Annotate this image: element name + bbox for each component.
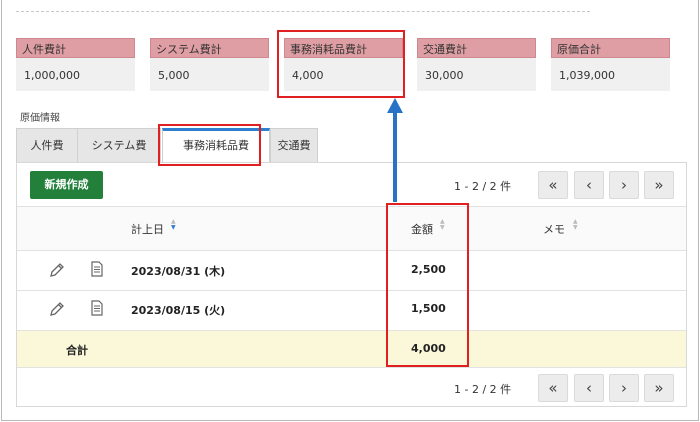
highlight-box-tab bbox=[158, 124, 261, 166]
last-page-icon: » bbox=[654, 379, 664, 397]
first-page-icon: « bbox=[548, 379, 558, 397]
tab-personnel[interactable]: 人件費 bbox=[16, 128, 78, 162]
document-icon[interactable] bbox=[88, 260, 106, 278]
row-divider bbox=[17, 290, 686, 291]
tab-system[interactable]: システム費 bbox=[77, 128, 161, 162]
tab-transport[interactable]: 交通費 bbox=[270, 128, 318, 162]
last-page-icon: » bbox=[654, 176, 664, 194]
summary-value: 1,039,000 bbox=[559, 69, 615, 82]
column-header-memo[interactable]: メモ bbox=[543, 221, 565, 237]
prev-page-button[interactable]: ‹ bbox=[574, 374, 604, 402]
row-divider bbox=[17, 330, 686, 331]
summary-label: 人件費計 bbox=[16, 38, 135, 58]
row-divider bbox=[17, 250, 686, 251]
table-header bbox=[17, 206, 686, 250]
column-header-date[interactable]: 計上日 bbox=[131, 221, 164, 237]
summary-label: 交通費計 bbox=[417, 38, 536, 58]
arrow-icon bbox=[393, 112, 397, 202]
last-page-button[interactable]: » bbox=[644, 171, 674, 199]
summary-card-transport: 交通費計 30,000 bbox=[417, 38, 536, 91]
highlight-box-summary bbox=[277, 30, 405, 98]
first-page-icon: « bbox=[548, 176, 558, 194]
pencil-icon[interactable] bbox=[48, 261, 66, 279]
next-page-button[interactable]: › bbox=[609, 171, 639, 199]
first-page-button[interactable]: « bbox=[538, 171, 568, 199]
prev-page-button[interactable]: ‹ bbox=[574, 171, 604, 199]
total-label: 合計 bbox=[66, 344, 88, 357]
pager-count: 1 - 2 / 2 件 bbox=[454, 180, 512, 193]
first-page-button[interactable]: « bbox=[538, 374, 568, 402]
section-title: 原価情報 bbox=[20, 113, 60, 124]
total-row bbox=[17, 330, 686, 367]
table-cell-date: 2023/08/15 (火) bbox=[131, 304, 226, 317]
summary-card-cost-total: 原価合計 1,039,000 bbox=[551, 38, 670, 91]
next-page-icon: › bbox=[621, 176, 627, 194]
summary-label: 原価合計 bbox=[551, 38, 670, 58]
summary-value: 30,000 bbox=[425, 69, 464, 82]
summary-value: 1,000,000 bbox=[24, 69, 80, 82]
pencil-icon[interactable] bbox=[48, 300, 66, 318]
prev-page-icon: ‹ bbox=[586, 379, 592, 397]
arrow-head-icon bbox=[387, 98, 403, 113]
document-icon[interactable] bbox=[88, 299, 106, 317]
summary-label: システム費計 bbox=[150, 38, 269, 58]
prev-page-icon: ‹ bbox=[586, 176, 592, 194]
row-divider bbox=[17, 206, 686, 207]
highlight-box-amount bbox=[386, 203, 469, 367]
new-button[interactable]: 新規作成 bbox=[30, 171, 103, 199]
table-cell-date: 2023/08/31 (木) bbox=[131, 265, 226, 278]
summary-value: 5,000 bbox=[158, 69, 190, 82]
sort-icon[interactable]: ▲ ▼ bbox=[573, 219, 581, 231]
next-page-button[interactable]: › bbox=[609, 374, 639, 402]
last-page-button[interactable]: » bbox=[644, 374, 674, 402]
row-divider bbox=[17, 367, 686, 368]
sort-icon[interactable]: ▲ ▼ bbox=[171, 219, 179, 231]
pager-count: 1 - 2 / 2 件 bbox=[454, 383, 512, 396]
summary-card-personnel: 人件費計 1,000,000 bbox=[16, 38, 135, 91]
divider bbox=[16, 11, 590, 12]
summary-card-system: システム費計 5,000 bbox=[150, 38, 269, 91]
next-page-icon: › bbox=[621, 379, 627, 397]
